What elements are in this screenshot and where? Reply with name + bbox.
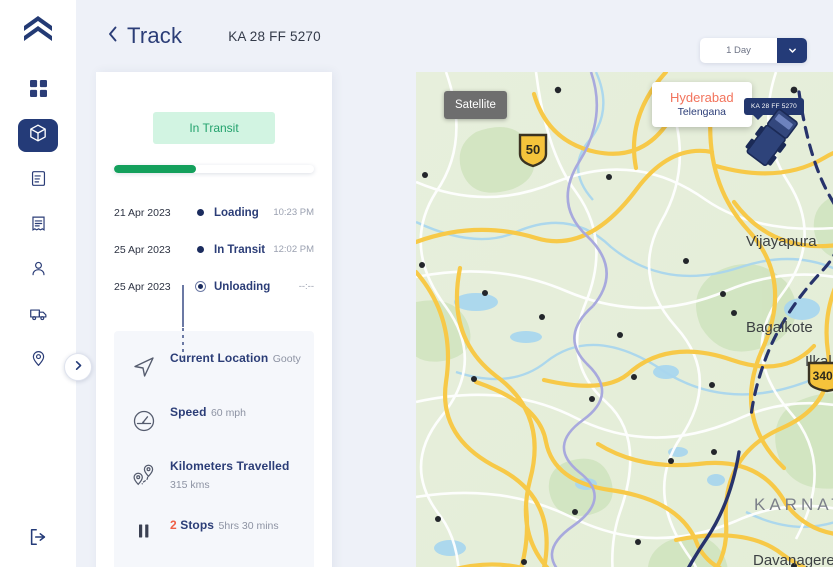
top-bar: Track KA 28 FF 5270 1 Day <box>76 0 833 72</box>
sidebar-item-shipments[interactable] <box>18 119 58 152</box>
date-range-value: 1 Day <box>726 45 751 56</box>
timeline-row: 25 Apr 2023 Unloading --:-- <box>114 268 314 305</box>
map-type-satellite-button[interactable]: Satellite <box>444 91 507 119</box>
timeline-dot-col <box>186 281 214 292</box>
timeline-label: Unloading <box>214 280 271 293</box>
timeline-row: 21 Apr 2023 Loading 10:23 PM <box>114 194 314 231</box>
sidebar-item-users[interactable] <box>18 254 58 287</box>
info-row-speed: Speed 60 mph <box>118 403 310 457</box>
back-to-track-link[interactable]: Track <box>106 23 182 49</box>
logout-button[interactable] <box>18 521 58 557</box>
page-title: Track <box>127 23 183 48</box>
person-icon <box>30 260 47 282</box>
info-title: 2 Stops <box>170 518 214 532</box>
box-icon <box>28 123 48 148</box>
info-value: 60 mph <box>210 407 246 419</box>
timeline-dot-col <box>186 209 214 216</box>
timeline-connector-dashed <box>182 328 184 358</box>
timeline-label: In Transit <box>214 243 266 256</box>
grid-icon <box>29 79 47 102</box>
chevron-down-icon[interactable] <box>777 38 807 63</box>
chevron-left-icon <box>106 25 120 47</box>
chevron-right-icon <box>73 358 84 376</box>
sidebar-item-dashboard[interactable] <box>18 74 58 107</box>
shield-number: 340C <box>813 369 833 383</box>
stops-label: Stops <box>180 518 215 532</box>
sidebar <box>0 0 76 567</box>
location-pin-icon <box>30 350 47 372</box>
truck-marker-icon <box>745 108 798 166</box>
info-value: 315 kms <box>170 479 210 491</box>
info-title: Current Location <box>170 351 269 365</box>
map-type-toggle[interactable]: Map Satellite <box>444 91 507 119</box>
timeline-time: 12:02 PM <box>273 244 314 255</box>
info-value: Gooty <box>272 353 301 365</box>
truck-icon <box>29 304 48 328</box>
highway-shield-icon: 340C <box>806 360 833 394</box>
status-badge-wrap: In Transit <box>114 112 314 144</box>
sidebar-item-fleet[interactable] <box>18 299 58 332</box>
map-view[interactable]: Hyderabad Kalaburagi Nalgonda Yadgir Mah… <box>416 72 833 567</box>
sidebar-item-locations[interactable] <box>18 344 58 377</box>
info-row-stops: 2 Stops 5hrs 30 mins <box>118 516 310 564</box>
info-text: Kilometers Travelled 315 kms <box>170 457 310 493</box>
date-range-select[interactable]: 1 Day <box>700 38 807 63</box>
info-row-kilometers: Kilometers Travelled 315 kms <box>118 457 310 516</box>
shield-number: 50 <box>526 142 540 157</box>
shipment-progress-fill <box>114 165 196 173</box>
info-text: Speed 60 mph <box>170 403 310 421</box>
highway-shield-icon: 50 <box>517 132 549 168</box>
timeline-connector-solid <box>182 285 184 327</box>
invoice-icon <box>30 215 47 237</box>
sidebar-item-documents[interactable] <box>18 164 58 197</box>
track-page: Track KA 28 FF 5270 1 Day In Transit 21 … <box>0 0 833 567</box>
timeline-date: 21 Apr 2023 <box>114 206 171 219</box>
vehicle-marker[interactable] <box>736 92 808 172</box>
timeline-date: 25 Apr 2023 <box>114 280 171 293</box>
content-row: In Transit 21 Apr 2023 Loading 10:23 PM <box>76 72 833 567</box>
timeline-date: 25 Apr 2023 <box>114 243 171 256</box>
trip-info-card: Current Location Gooty Speed 60 mph Kilo… <box>114 331 314 567</box>
shipment-timeline: 21 Apr 2023 Loading 10:23 PM 25 Apr 2023… <box>114 194 314 358</box>
timeline-row: 25 Apr 2023 In Transit 12:02 PM <box>114 231 314 268</box>
timeline-dot-current-icon <box>194 281 206 292</box>
info-text: Current Location Gooty <box>170 349 310 367</box>
vehicle-number: KA 28 FF 5270 <box>228 28 321 44</box>
sidebar-nav <box>18 74 58 377</box>
timeline-time: 10:23 PM <box>273 207 314 218</box>
main-area: Track KA 28 FF 5270 1 Day In Transit 21 … <box>76 0 833 567</box>
timeline-dot-icon <box>196 246 204 253</box>
info-title: Speed <box>170 405 207 419</box>
status-badge: In Transit <box>153 112 275 144</box>
info-text: 2 Stops 5hrs 30 mins <box>170 516 310 534</box>
shipment-progress-bar <box>114 165 314 173</box>
speedometer-icon <box>118 403 170 434</box>
pause-icon <box>118 516 170 541</box>
place-card-title: Hyderabad <box>670 90 734 105</box>
place-card-subtitle: Telengana <box>677 106 727 118</box>
chevrons-logo[interactable] <box>16 8 60 52</box>
document-icon <box>30 170 47 192</box>
timeline-dot-icon <box>196 209 204 216</box>
timeline-time: --:-- <box>298 281 314 292</box>
navigation-arrow-icon <box>118 349 170 380</box>
sidebar-expand-button[interactable] <box>64 353 92 381</box>
info-value: 5hrs 30 mins <box>218 520 279 532</box>
shipment-detail-panel: In Transit 21 Apr 2023 Loading 10:23 PM <box>96 72 332 567</box>
timeline-dot-col <box>186 246 214 253</box>
logout-icon <box>28 527 48 552</box>
sidebar-item-invoices[interactable] <box>18 209 58 242</box>
timeline-label: Loading <box>214 206 259 219</box>
info-row-current-location: Current Location Gooty <box>118 349 310 403</box>
info-title: Kilometers Travelled <box>170 459 290 473</box>
route-pins-icon <box>118 457 170 490</box>
stops-count: 2 <box>170 518 177 532</box>
